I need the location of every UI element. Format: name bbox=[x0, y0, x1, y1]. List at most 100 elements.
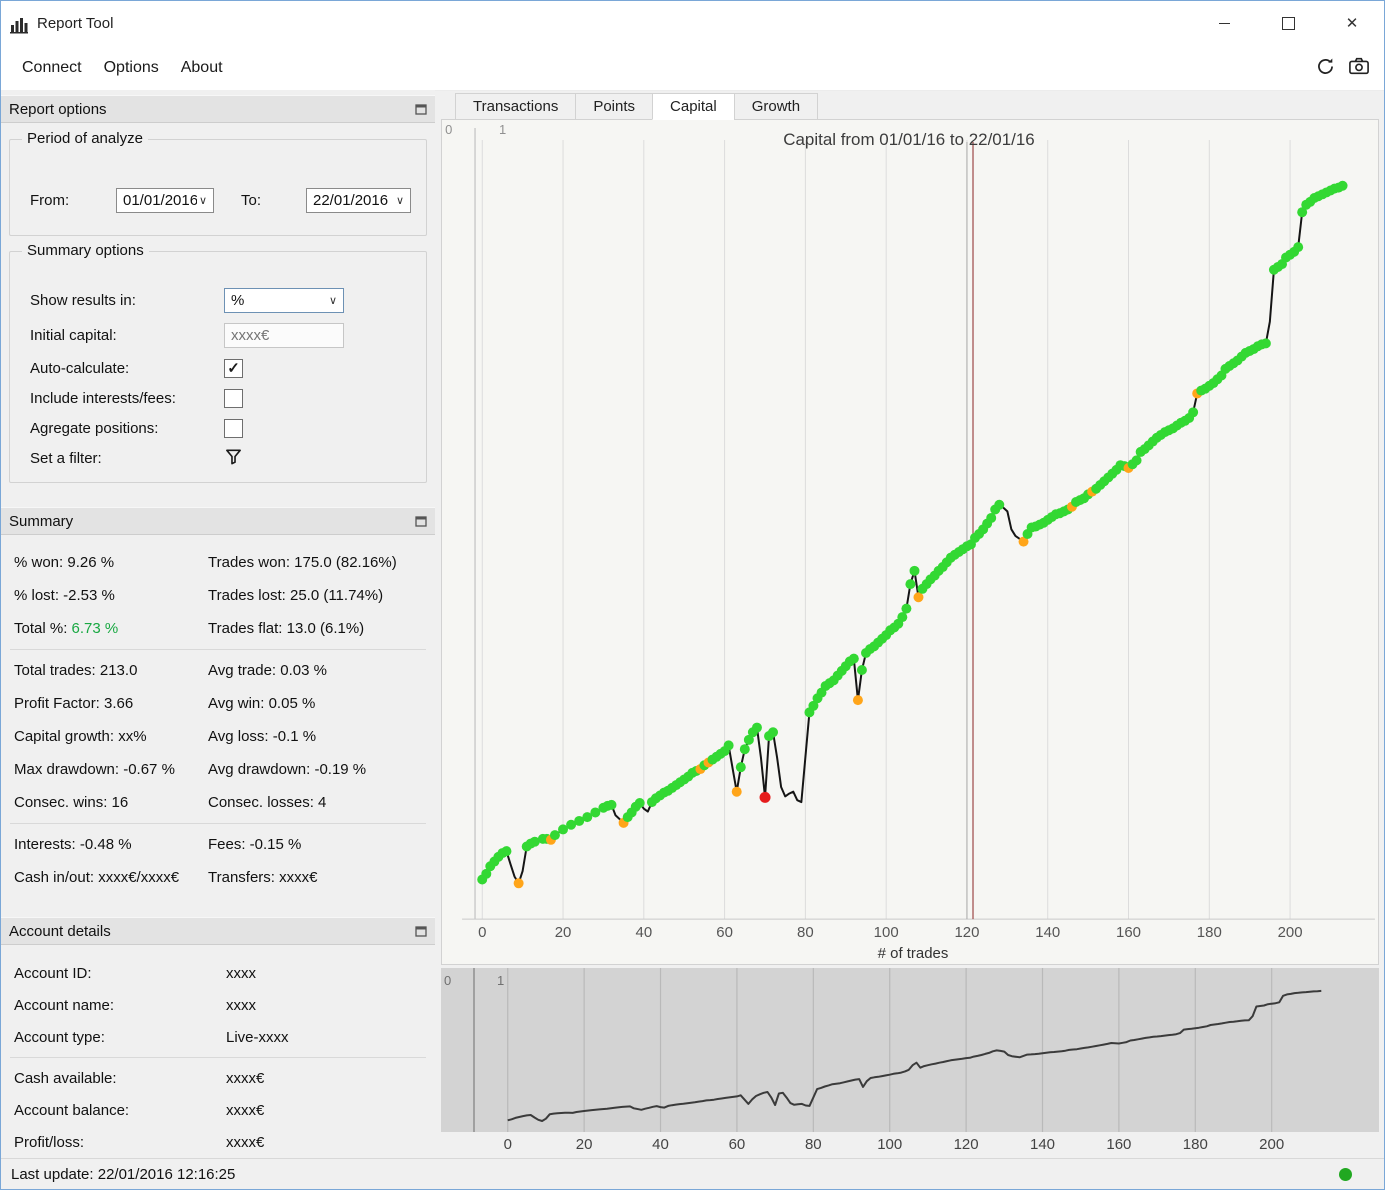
to-label: To: bbox=[241, 192, 306, 209]
to-date-value: 22/01/2016 bbox=[313, 192, 394, 209]
summary-left-value: Max drawdown: -0.67 % bbox=[14, 761, 208, 778]
trade-dot bbox=[760, 792, 771, 803]
account-body: Account ID:xxxxAccount name:xxxxAccount … bbox=[1, 945, 435, 1158]
app-icon bbox=[9, 14, 29, 34]
report-options-header: Report options bbox=[1, 95, 435, 123]
overview-range-label-0: 0 bbox=[444, 973, 451, 988]
status-text: Last update: 22/01/2016 12:16:25 bbox=[11, 1166, 235, 1183]
account-field-value: Live-xxxx bbox=[226, 1029, 435, 1046]
svg-text:40: 40 bbox=[652, 1136, 669, 1153]
trade-dot bbox=[994, 500, 1004, 510]
show-results-select[interactable]: % bbox=[224, 288, 344, 313]
summary-row: % won: 9.26 %Trades won: 175.0 (82.16%) bbox=[1, 546, 435, 579]
tab-points[interactable]: Points bbox=[575, 93, 653, 120]
trade-dot bbox=[501, 846, 511, 856]
camera-icon[interactable] bbox=[1348, 56, 1370, 80]
set-filter-label: Set a filter: bbox=[30, 450, 224, 467]
menu-bar-items: ConnectOptionsAbout bbox=[1, 59, 234, 77]
trade-dot bbox=[910, 566, 920, 576]
summary-row: Profit Factor: 3.66Avg win: 0.05 % bbox=[1, 687, 435, 720]
svg-text:180: 180 bbox=[1183, 1136, 1208, 1153]
to-date-select[interactable]: 22/01/2016 bbox=[306, 188, 411, 213]
summary-left-value: Total %: 6.73 % bbox=[14, 620, 208, 637]
trade-dot bbox=[913, 592, 923, 602]
account-field-value: xxxx bbox=[226, 997, 435, 1014]
tab-capital[interactable]: Capital bbox=[652, 93, 735, 120]
account-field-label: Cash available: bbox=[14, 1070, 226, 1087]
account-field-label: Account type: bbox=[14, 1029, 226, 1046]
capital-chart-area[interactable]: Capital from 01/01/16 to 22/01/160204060… bbox=[441, 119, 1379, 965]
account-field-label: Account balance: bbox=[14, 1102, 226, 1119]
aggregate-positions-label: Agregate positions: bbox=[30, 420, 224, 437]
svg-text:80: 80 bbox=[797, 924, 814, 941]
account-field-value: xxxx€ bbox=[226, 1134, 435, 1151]
summary-total-value: 6.73 % bbox=[72, 620, 119, 637]
capital-chart[interactable]: Capital from 01/01/16 to 22/01/160204060… bbox=[442, 120, 1378, 964]
trade-dot bbox=[550, 830, 560, 840]
account-field-label: Account ID: bbox=[14, 965, 226, 982]
from-date-select[interactable]: 01/01/2016 bbox=[116, 188, 214, 213]
svg-text:200: 200 bbox=[1278, 924, 1303, 941]
chart-title: Capital from 01/01/16 to 22/01/16 bbox=[783, 130, 1034, 149]
trade-dot bbox=[635, 798, 645, 808]
trade-dot bbox=[607, 800, 617, 810]
account-row: Account ID:xxxx bbox=[1, 957, 435, 989]
chevron-down-icon bbox=[197, 194, 209, 207]
summary-right-value: Avg trade: 0.03 % bbox=[208, 662, 435, 679]
summary-left-value: Consec. wins: 16 bbox=[14, 794, 208, 811]
menu-about[interactable]: About bbox=[170, 59, 234, 77]
float-panel-icon[interactable] bbox=[415, 926, 427, 937]
show-results-row: Show results in: % bbox=[10, 287, 426, 313]
auto-calculate-label: Auto-calculate: bbox=[30, 360, 224, 377]
overview-tick-labels: 020406080100120140160180200 bbox=[504, 1136, 1285, 1153]
period-groupbox: Period of analyze From: 01/01/2016 To: 2… bbox=[9, 139, 427, 236]
float-panel-icon[interactable] bbox=[415, 104, 427, 115]
from-label: From: bbox=[30, 192, 116, 209]
filter-icon[interactable] bbox=[224, 447, 243, 470]
summary-row: Consec. wins: 16Consec. losses: 4 bbox=[1, 786, 435, 819]
from-date-value: 01/01/2016 bbox=[123, 192, 197, 209]
maximize-button[interactable] bbox=[1256, 1, 1320, 46]
overview-chart[interactable]: 02040608010012014016018020001 bbox=[441, 968, 1379, 1158]
tab-transactions[interactable]: Transactions bbox=[455, 93, 576, 120]
trade-dot bbox=[732, 787, 742, 797]
trade-dot bbox=[857, 665, 867, 675]
minimize-button[interactable] bbox=[1192, 1, 1256, 46]
close-button[interactable]: ✕ bbox=[1320, 1, 1384, 46]
menu-connect[interactable]: Connect bbox=[11, 59, 93, 77]
summary-right-value: Trades flat: 13.0 (6.1%) bbox=[208, 620, 435, 637]
account-field-label: Profit/loss: bbox=[14, 1134, 226, 1151]
initial-capital-label: Initial capital: bbox=[30, 327, 224, 344]
refresh-icon[interactable] bbox=[1315, 56, 1336, 81]
tab-bar: TransactionsPointsCapitalGrowth bbox=[441, 93, 1379, 120]
trade-dot bbox=[986, 513, 996, 523]
menu-bar: ConnectOptionsAbout bbox=[1, 46, 1384, 91]
float-panel-icon[interactable] bbox=[415, 516, 427, 527]
tab-growth[interactable]: Growth bbox=[734, 93, 818, 120]
summary-row: Capital growth: xx%Avg loss: -0.1 % bbox=[1, 720, 435, 753]
aggregate-positions-checkbox[interactable] bbox=[224, 419, 243, 438]
auto-calculate-checkbox[interactable] bbox=[224, 359, 243, 378]
include-interests-label: Include interests/fees: bbox=[30, 390, 224, 407]
account-details-title: Account details bbox=[9, 923, 111, 940]
summary-right-value: Transfers: xxxx€ bbox=[208, 869, 435, 886]
summary-right-value: Avg win: 0.05 % bbox=[208, 695, 435, 712]
account-field-value: xxxx€ bbox=[226, 1070, 435, 1087]
status-bar: Last update: 22/01/2016 12:16:25 bbox=[1, 1158, 1384, 1189]
overview-background bbox=[441, 968, 1379, 1132]
initial-capital-input bbox=[224, 323, 344, 348]
trade-dot bbox=[1132, 455, 1142, 465]
right-panel: TransactionsPointsCapitalGrowth Capital … bbox=[441, 90, 1379, 1157]
trade-dot bbox=[905, 579, 915, 589]
summary-row: Interests: -0.48 %Fees: -0.15 % bbox=[1, 828, 435, 861]
overview-chart-area[interactable]: 02040608010012014016018020001 bbox=[441, 968, 1379, 1158]
trade-dot bbox=[752, 723, 762, 733]
account-row: Account balance:xxxx€ bbox=[1, 1094, 435, 1126]
auto-calculate-row: Auto-calculate: bbox=[10, 355, 426, 381]
trade-dot bbox=[849, 654, 859, 664]
include-interests-checkbox[interactable] bbox=[224, 389, 243, 408]
svg-text:60: 60 bbox=[729, 1136, 746, 1153]
include-interests-row: Include interests/fees: bbox=[10, 385, 426, 411]
menu-options[interactable]: Options bbox=[93, 59, 170, 77]
summary-row: % lost: -2.53 %Trades lost: 25.0 (11.74%… bbox=[1, 579, 435, 612]
